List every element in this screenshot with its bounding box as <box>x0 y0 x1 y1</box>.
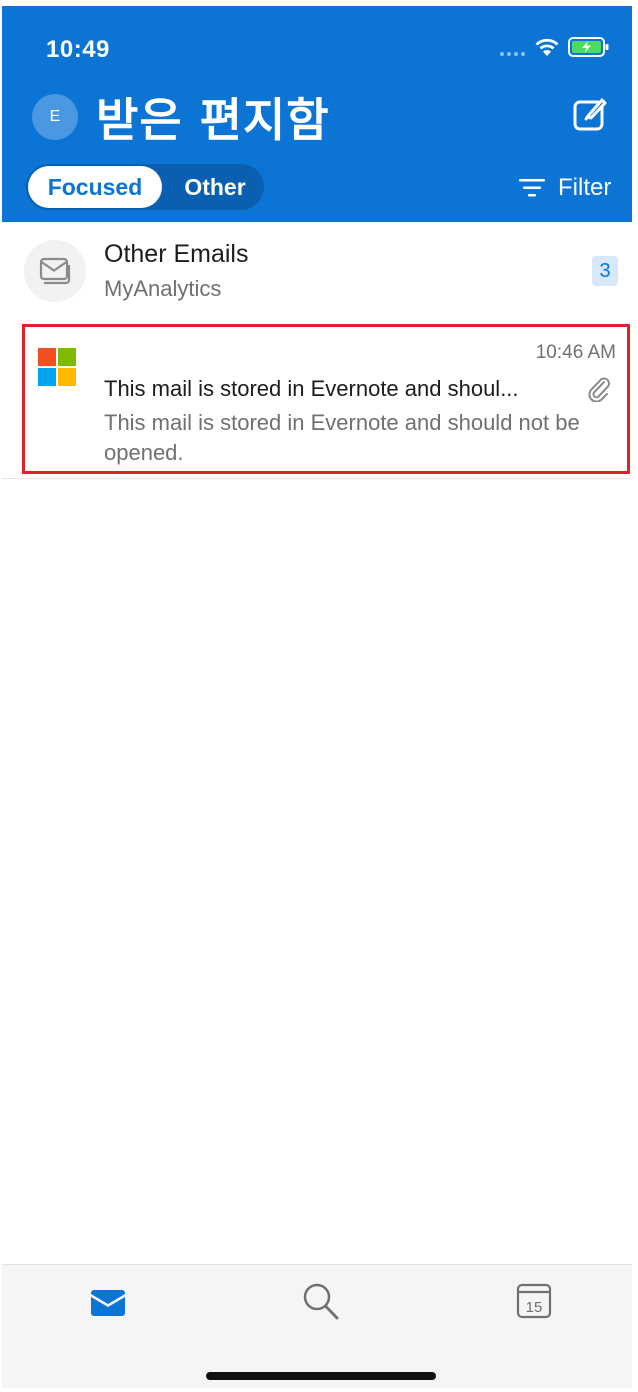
search-icon[interactable] <box>300 1281 340 1321</box>
calendar-day: 15 <box>526 1299 543 1316</box>
tab-other-label: Other <box>184 173 246 200</box>
tab-focused[interactable]: Focused <box>28 166 162 208</box>
attachment-icon <box>588 377 610 402</box>
mail-list-item[interactable]: 10:46 AM This mail is stored in Evernote… <box>2 320 632 476</box>
account-avatar[interactable]: E <box>32 94 78 140</box>
status-icons <box>492 34 632 64</box>
mail-time: 10:46 AM <box>535 342 616 363</box>
filter-icon <box>519 179 545 197</box>
group-title: Other Emails <box>104 240 249 268</box>
compose-icon[interactable] <box>572 96 608 132</box>
signal-dots-icon <box>500 52 525 56</box>
tab-other[interactable]: Other <box>166 164 264 210</box>
inbox-tab-switcher: Focused Other <box>26 164 264 210</box>
app-screen: 10:49 E 받은 편지함 Focused Other Filter Othe… <box>0 0 638 1392</box>
mail-preview: This mail is stored in Evernote and shou… <box>104 410 580 465</box>
bottom-tab-bar: 15 <box>2 1264 632 1388</box>
tab-focused-label: Focused <box>47 173 143 200</box>
avatar-initial: E <box>49 108 61 125</box>
battery-charging-icon <box>568 37 609 57</box>
page-title: 받은 편지함 <box>96 93 330 147</box>
filter-button[interactable]: Filter <box>518 170 611 206</box>
calendar-tab[interactable]: 15 <box>514 1281 554 1321</box>
calendar-icon: 15 <box>516 1283 552 1319</box>
mail-subject: This mail is stored in Evernote and shou… <box>104 376 519 401</box>
status-time: 10:49 <box>46 36 110 63</box>
mail-icon[interactable] <box>88 1283 128 1323</box>
microsoft-logo <box>38 348 76 386</box>
filter-label: Filter <box>558 174 612 201</box>
other-emails-group[interactable]: Other Emails MyAnalytics 3 <box>2 222 632 318</box>
list-divider <box>2 478 632 479</box>
wifi-icon <box>535 38 559 56</box>
group-subtitle: MyAnalytics <box>104 276 222 301</box>
stacked-mail-icon <box>24 240 86 302</box>
home-indicator <box>206 1372 436 1380</box>
unread-count-badge: 3 <box>592 256 618 286</box>
app-header: 10:49 E 받은 편지함 Focused Other Filter <box>2 6 632 222</box>
